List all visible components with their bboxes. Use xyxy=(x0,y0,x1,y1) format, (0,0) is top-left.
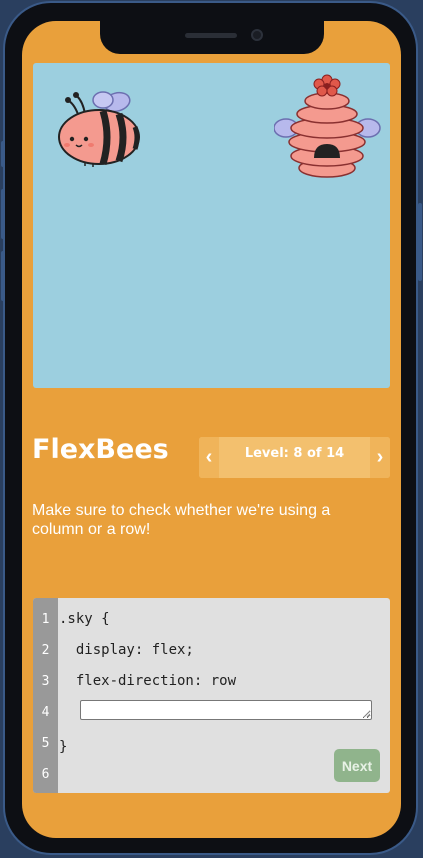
power-button xyxy=(418,203,422,281)
code-line-close-brace: } xyxy=(59,739,68,755)
volume-down-button xyxy=(1,251,5,301)
answer-input[interactable] xyxy=(80,700,372,720)
game-title: FlexBees xyxy=(32,434,169,465)
chevron-right-icon[interactable]: › xyxy=(370,437,390,478)
level-navigator: ‹ Level: 8 of 14 › xyxy=(199,437,390,478)
line-number: 5 xyxy=(41,736,50,751)
code-line-display: display: flex; xyxy=(59,642,194,658)
line-number: 1 xyxy=(41,612,50,627)
chevron-left-icon[interactable]: ‹ xyxy=(199,437,219,478)
next-button[interactable]: Next xyxy=(334,749,380,782)
code-line-flex-direction: flex-direction: row xyxy=(59,673,237,689)
speaker-grille xyxy=(185,33,237,38)
code-line-selector: .sky { xyxy=(59,611,110,627)
level-instructions: Make sure to check whether we're using a… xyxy=(32,502,331,538)
line-number: 3 xyxy=(41,674,50,689)
front-camera xyxy=(251,29,263,41)
line-number: 4 xyxy=(41,705,50,720)
css-editor: 1 2 3 4 5 6 .sky { display: flex; flex-d… xyxy=(33,598,390,793)
level-indicator[interactable]: Level: 8 of 14 xyxy=(219,446,370,461)
line-number: 6 xyxy=(41,767,50,782)
line-number: 2 xyxy=(41,643,50,658)
line-number-gutter: 1 2 3 4 5 6 xyxy=(33,598,58,793)
beehive-icon xyxy=(274,74,381,178)
bee-icon xyxy=(58,91,140,167)
resize-handle-icon[interactable] xyxy=(364,711,370,717)
mute-switch xyxy=(1,141,5,167)
volume-up-button xyxy=(1,189,5,239)
